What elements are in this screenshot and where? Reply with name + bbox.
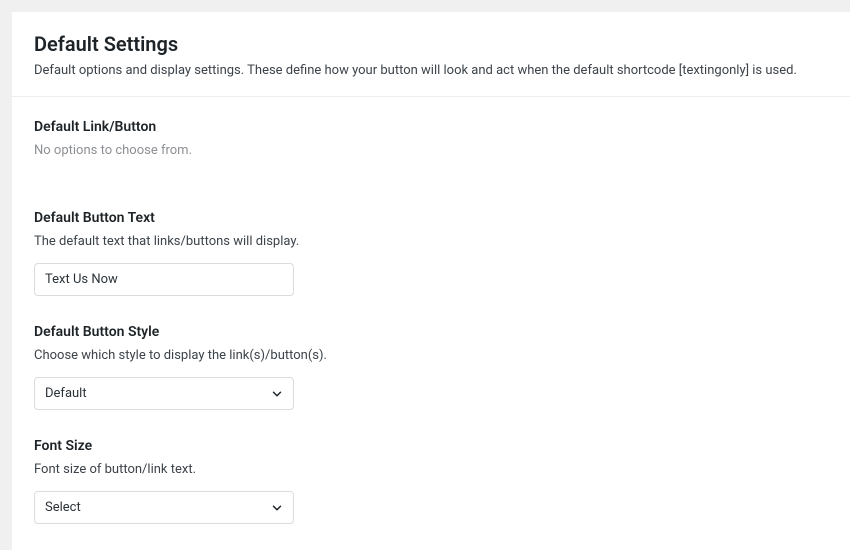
panel-header: Default Settings Default options and dis…	[12, 12, 850, 97]
font-size-select-wrap: Select	[34, 491, 294, 524]
font-size-select[interactable]: Select	[34, 491, 294, 524]
section-title-font-size: Font Size	[34, 438, 828, 454]
settings-panel: Default Settings Default options and dis…	[12, 12, 850, 550]
section-font-size: Font Size Font size of button/link text.…	[12, 420, 850, 534]
section-default-link-button: Default Link/Button No options to choose…	[12, 97, 850, 192]
button-style-select[interactable]: Default	[34, 377, 294, 410]
section-title-button-text: Default Button Text	[34, 210, 828, 226]
section-title-button-style: Default Button Style	[34, 324, 828, 340]
page-description: Default options and display settings. Th…	[34, 62, 828, 80]
button-style-select-wrap: Default	[34, 377, 294, 410]
section-default-button-text: Default Button Text The default text tha…	[12, 192, 850, 306]
page-title: Default Settings	[34, 32, 828, 56]
button-text-input[interactable]	[34, 263, 294, 296]
section-title-link-button: Default Link/Button	[34, 119, 828, 135]
section-default-button-style: Default Button Style Choose which style …	[12, 306, 850, 420]
section-desc-button-style: Choose which style to display the link(s…	[34, 348, 828, 363]
section-desc-button-text: The default text that links/buttons will…	[34, 234, 828, 249]
section-desc-font-size: Font size of button/link text.	[34, 462, 828, 477]
empty-options-message: No options to choose from.	[34, 143, 828, 158]
